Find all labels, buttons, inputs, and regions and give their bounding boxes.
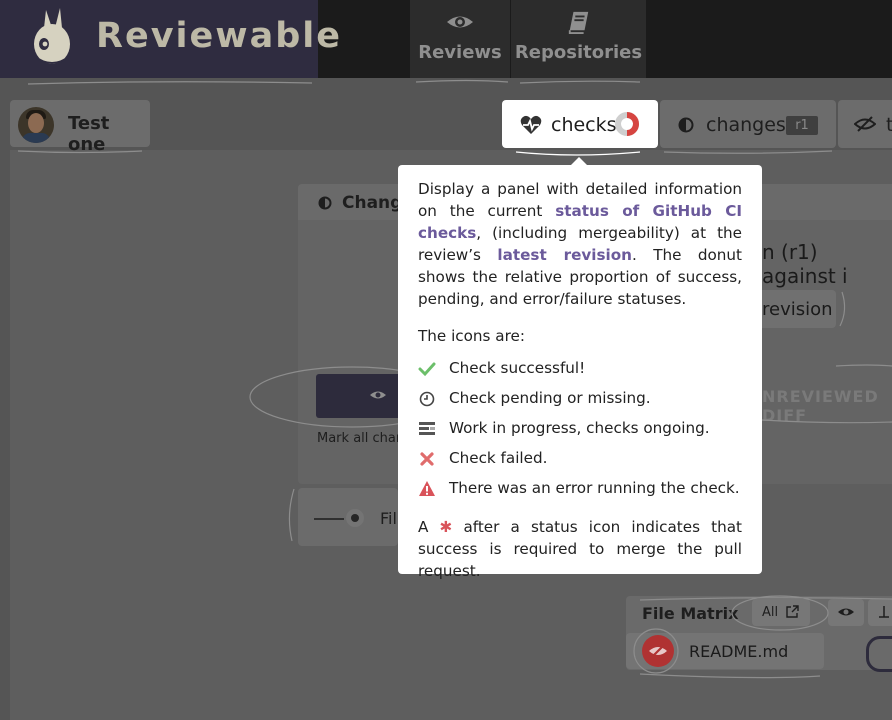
latest-revision-link[interactable]: latest revision	[497, 246, 632, 264]
legend-item: There was an error running the check.	[418, 477, 748, 501]
legend-item-label: There was an error running the check.	[449, 479, 740, 497]
legend-item-label: Check failed.	[449, 449, 548, 467]
check-icon	[418, 362, 436, 377]
legend-item-label: Work in progress, checks ongoing.	[449, 419, 710, 437]
legend-item: Check pending or missing.	[418, 387, 748, 411]
x-icon	[420, 452, 434, 466]
clock-icon	[419, 391, 435, 407]
tooltip-footnote: A ✱ after a status icon indicates that s…	[418, 516, 742, 582]
warning-icon	[419, 481, 435, 496]
legend-item-label: Check successful!	[449, 359, 586, 377]
footnote-text-a: A	[418, 518, 429, 536]
legend-item: Work in progress, checks ongoing.	[418, 417, 748, 441]
icons-heading: The icons are:	[418, 327, 525, 345]
asterisk-icon: ✱	[439, 518, 453, 536]
legend-item-label: Check pending or missing.	[449, 389, 651, 407]
tooltip-description: Display a panel with detailed informatio…	[418, 178, 742, 310]
legend-item: Check successful!	[418, 357, 748, 381]
footnote-text-b: after a status icon indicates that succe…	[418, 518, 743, 580]
legend-item: Check failed.	[418, 447, 748, 471]
progress-icon	[419, 422, 435, 435]
